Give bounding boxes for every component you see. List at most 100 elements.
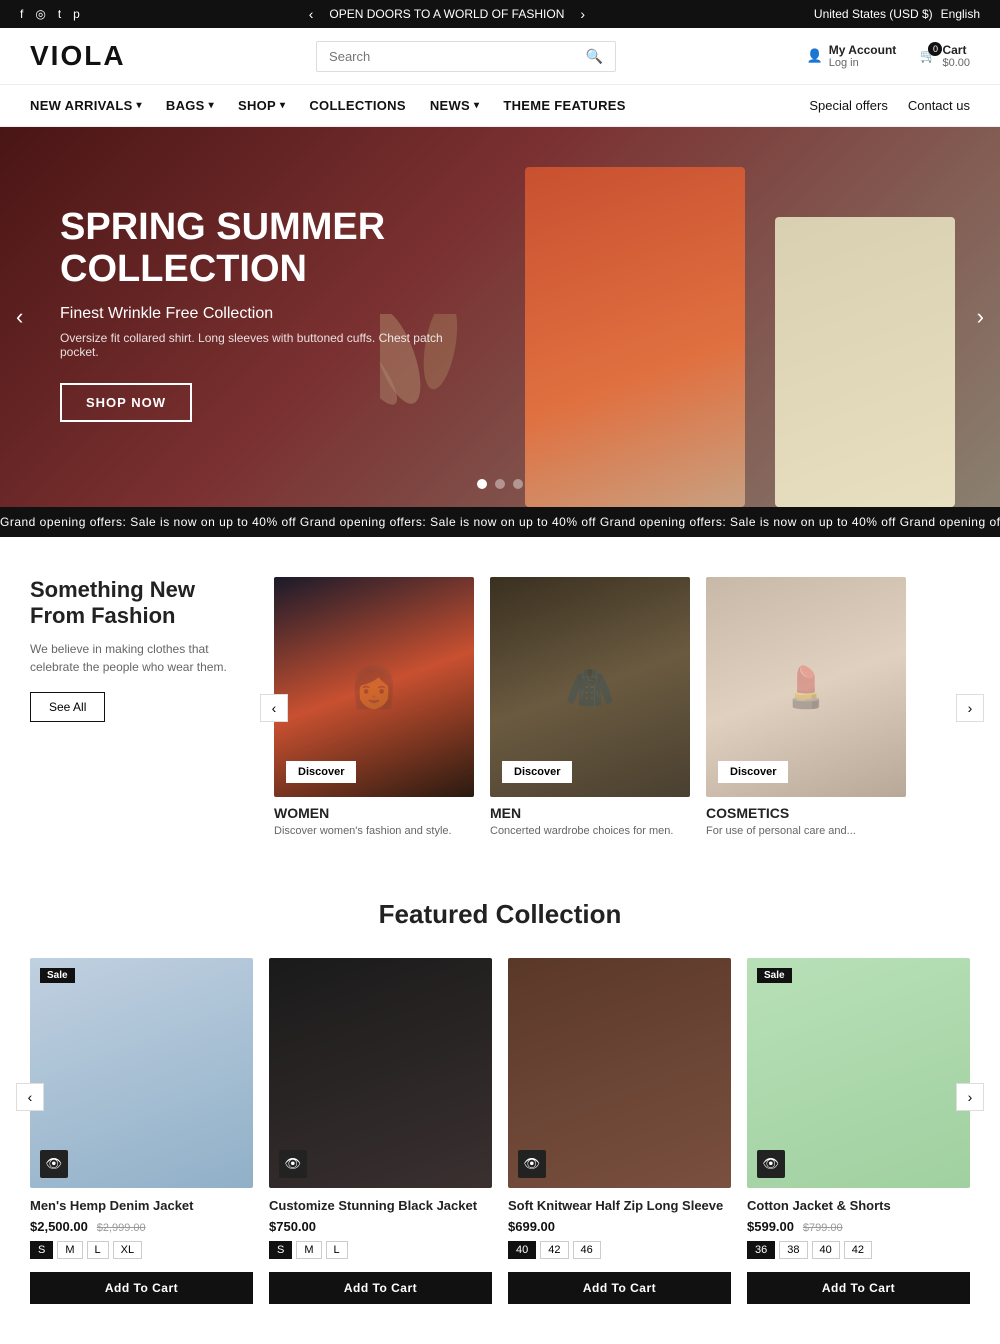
- account-label: My Account: [829, 43, 897, 57]
- product-image-3: Sale 👁: [747, 958, 970, 1188]
- size-btn-s-0[interactable]: S: [30, 1241, 53, 1259]
- hero-dots: [477, 479, 523, 489]
- sale-badge-3: Sale: [757, 968, 792, 983]
- product-eye-btn-3[interactable]: 👁: [757, 1150, 785, 1178]
- size-btn-36-3[interactable]: 36: [747, 1241, 775, 1259]
- nav-item-news[interactable]: NEWS ▾: [430, 98, 480, 113]
- site-header: VIOLA 🔍 👤 My Account Log in 🛒 0 Cart $0.…: [0, 28, 1000, 85]
- search-bar[interactable]: 🔍: [316, 41, 616, 72]
- twitter-icon[interactable]: t: [58, 7, 61, 21]
- size-btn-m-1[interactable]: M: [296, 1241, 321, 1259]
- region-selector[interactable]: United States (USD $): [814, 7, 933, 21]
- cosmetics-collection-desc: For use of personal care and...: [706, 824, 906, 839]
- size-btn-46-2[interactable]: 46: [573, 1241, 601, 1259]
- size-btn-40-3[interactable]: 40: [812, 1241, 840, 1259]
- nav-item-bags[interactable]: BAGS ▾: [166, 98, 214, 113]
- collections-prev-btn[interactable]: ‹: [260, 694, 288, 722]
- products-wrapper: ‹ Sale 👁 Men's Hemp Denim Jacket $2,500.…: [30, 958, 970, 1304]
- account-link[interactable]: 👤 My Account Log in: [807, 43, 897, 69]
- add-to-cart-btn-1[interactable]: Add To Cart: [269, 1272, 492, 1304]
- add-to-cart-btn-0[interactable]: Add To Cart: [30, 1272, 253, 1304]
- collections-cards: 👩 Discover WOMEN Discover women's fashio…: [274, 577, 970, 839]
- products-next-btn[interactable]: ›: [956, 1083, 984, 1111]
- products-grid: Sale 👁 Men's Hemp Denim Jacket $2,500.00…: [30, 958, 970, 1304]
- top-bar: f ◎ t p ‹ OPEN DOORS TO A WORLD OF FASHI…: [0, 0, 1000, 28]
- nav-item-shop[interactable]: SHOP ▾: [238, 98, 285, 113]
- announcement-next-btn[interactable]: ›: [580, 6, 585, 22]
- hero-dot-2[interactable]: [495, 479, 505, 489]
- size-btn-l-0[interactable]: L: [87, 1241, 109, 1259]
- site-logo[interactable]: VIOLA: [30, 40, 126, 72]
- announcement-prev-btn[interactable]: ‹: [309, 6, 314, 22]
- nav-item-theme-features[interactable]: THEME FEATURES: [503, 98, 625, 113]
- header-right: 👤 My Account Log in 🛒 0 Cart $0.00: [807, 43, 970, 69]
- hero-dot-3[interactable]: [513, 479, 523, 489]
- product-eye-btn-2[interactable]: 👁: [518, 1150, 546, 1178]
- featured-section: Featured Collection ‹ Sale 👁 Men's Hemp …: [0, 879, 1000, 1344]
- facebook-icon[interactable]: f: [20, 7, 23, 21]
- main-nav: NEW ARRIVALS ▾ BAGS ▾ SHOP ▾ COLLECTIONS…: [0, 85, 1000, 127]
- language-selector[interactable]: English: [941, 7, 980, 21]
- size-btn-s-1[interactable]: S: [269, 1241, 292, 1259]
- products-prev-btn[interactable]: ‹: [16, 1083, 44, 1111]
- featured-title: Featured Collection: [30, 899, 970, 930]
- size-options-3: 36 38 40 42: [747, 1241, 970, 1259]
- collections-grid: Something New From Fashion We believe in…: [30, 577, 970, 839]
- size-btn-xl-0[interactable]: XL: [113, 1241, 142, 1259]
- hero-prev-btn[interactable]: ‹: [16, 304, 23, 330]
- add-to-cart-btn-3[interactable]: Add To Cart: [747, 1272, 970, 1304]
- collection-card-men: 🧥 Discover MEN Concerted wardrobe choice…: [490, 577, 690, 839]
- product-card-0: Sale 👁 Men's Hemp Denim Jacket $2,500.00…: [30, 958, 253, 1304]
- collections-intro: Something New From Fashion We believe in…: [30, 577, 250, 722]
- nav-item-collections[interactable]: COLLECTIONS: [309, 98, 405, 113]
- collections-heading: Something New From Fashion: [30, 577, 250, 630]
- ticker-bar: Grand opening offers: Sale is now on up …: [0, 507, 1000, 537]
- hero-dot-1[interactable]: [477, 479, 487, 489]
- size-btn-l-1[interactable]: L: [326, 1241, 348, 1259]
- cart-badge: 0: [928, 42, 942, 56]
- collections-description: We believe in making clothes that celebr…: [30, 640, 250, 676]
- search-icon[interactable]: 🔍: [586, 48, 603, 65]
- product-image-0: Sale 👁: [30, 958, 253, 1188]
- nav-right: Special offers Contact us: [809, 98, 970, 113]
- product-pricing-2: $699.00: [508, 1218, 731, 1234]
- cosmetics-discover-btn[interactable]: Discover: [718, 761, 788, 783]
- announcement-bar: ‹ OPEN DOORS TO A WORLD OF FASHION ›: [80, 6, 814, 22]
- see-all-button[interactable]: See All: [30, 692, 105, 722]
- product-eye-btn-0[interactable]: 👁: [40, 1150, 68, 1178]
- size-btn-m-0[interactable]: M: [57, 1241, 82, 1259]
- search-input[interactable]: [329, 49, 586, 64]
- login-link[interactable]: Log in: [829, 57, 897, 69]
- product-name-3: Cotton Jacket & Shorts: [747, 1198, 970, 1213]
- collections-next-btn[interactable]: ›: [956, 694, 984, 722]
- collection-card-women: 👩 Discover WOMEN Discover women's fashio…: [274, 577, 474, 839]
- collection-card-cosmetics: 💄 Discover COSMETICS For use of personal…: [706, 577, 906, 839]
- women-discover-btn[interactable]: Discover: [286, 761, 356, 783]
- hero-figure-1: [525, 167, 745, 507]
- men-collection-desc: Concerted wardrobe choices for men.: [490, 824, 690, 839]
- men-discover-btn[interactable]: Discover: [502, 761, 572, 783]
- add-to-cart-btn-2[interactable]: Add To Cart: [508, 1272, 731, 1304]
- product-card-3: Sale 👁 Cotton Jacket & Shorts $599.00 $7…: [747, 958, 970, 1304]
- pinterest-icon[interactable]: p: [73, 7, 80, 21]
- size-options-0: S M L XL: [30, 1241, 253, 1259]
- size-btn-40-2[interactable]: 40: [508, 1241, 536, 1259]
- size-btn-38-3[interactable]: 38: [779, 1241, 807, 1259]
- nav-special-offers[interactable]: Special offers: [809, 98, 888, 113]
- instagram-icon[interactable]: ◎: [35, 7, 45, 21]
- product-name-0: Men's Hemp Denim Jacket: [30, 1198, 253, 1213]
- product-card-2: 👁 Soft Knitwear Half Zip Long Sleeve $69…: [508, 958, 731, 1304]
- product-eye-btn-1[interactable]: 👁: [279, 1150, 307, 1178]
- size-btn-42-3[interactable]: 42: [844, 1241, 872, 1259]
- hero-subtitle: Finest Wrinkle Free Collection: [60, 305, 480, 323]
- cart-link[interactable]: 🛒 0 Cart $0.00: [920, 43, 970, 69]
- hero-next-btn[interactable]: ›: [977, 304, 984, 330]
- cart-amount: $0.00: [942, 57, 970, 69]
- size-btn-42-2[interactable]: 42: [540, 1241, 568, 1259]
- nav-item-new-arrivals[interactable]: NEW ARRIVALS ▾: [30, 98, 142, 113]
- product-pricing-0: $2,500.00 $2,999.00: [30, 1218, 253, 1234]
- cart-label: Cart: [942, 43, 970, 57]
- hero-cta-button[interactable]: SHOP NOW: [60, 383, 192, 422]
- product-name-2: Soft Knitwear Half Zip Long Sleeve: [508, 1198, 731, 1213]
- nav-contact-us[interactable]: Contact us: [908, 98, 970, 113]
